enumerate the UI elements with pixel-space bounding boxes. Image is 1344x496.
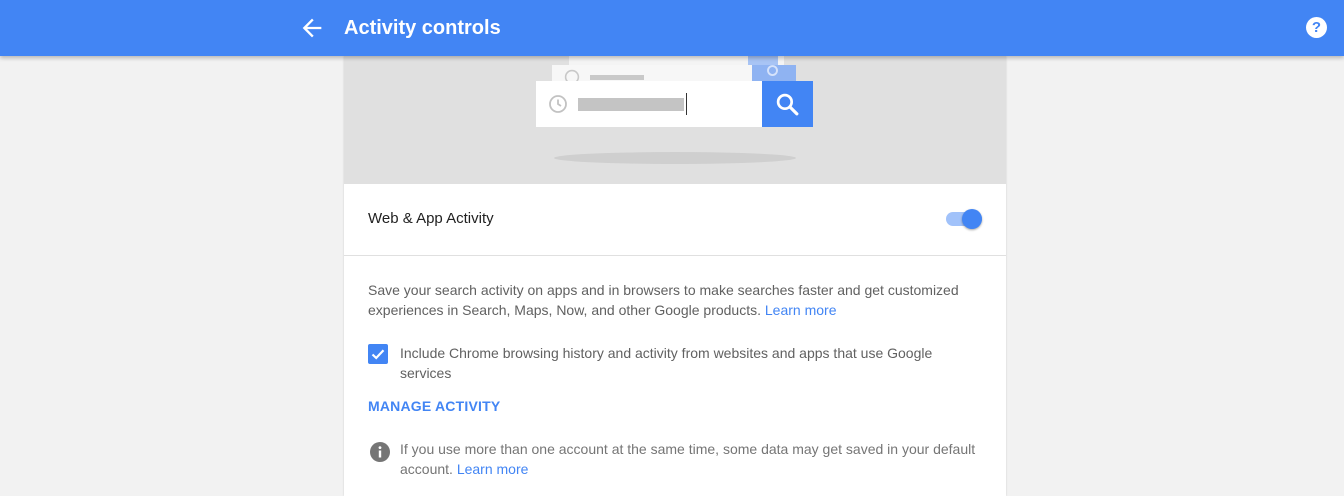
back-button[interactable] <box>298 14 326 42</box>
setting-label: Web & App Activity <box>368 210 494 227</box>
clock-icon <box>549 95 567 113</box>
search-icon <box>776 93 799 116</box>
setting-description: Save your search activity on apps and in… <box>368 280 988 320</box>
search-icon <box>767 65 778 76</box>
learn-more-link[interactable]: Learn more <box>765 302 837 318</box>
illustration-search-box <box>536 81 762 127</box>
web-app-activity-row: Web & App Activity <box>344 184 1006 256</box>
checkmark-icon <box>371 349 385 360</box>
checkbox-label: Include Chrome browsing history and acti… <box>400 345 933 381</box>
multi-account-info: If you use more than one account at the … <box>400 439 990 479</box>
toggle-thumb <box>962 209 982 229</box>
illustration-query-bar <box>578 98 684 111</box>
activity-card: Web & App Activity Save your search acti… <box>344 56 1006 496</box>
manage-activity-button[interactable]: MANAGE ACTIVITY <box>368 398 500 414</box>
page-title: Activity controls <box>344 17 501 39</box>
illustration-shadow <box>554 152 796 164</box>
text-caret <box>686 93 687 115</box>
illustration-text-bar <box>590 75 644 80</box>
chrome-history-checkbox[interactable] <box>368 344 388 364</box>
help-button[interactable]: ? <box>1306 17 1327 38</box>
illustration-search-button <box>762 81 813 127</box>
info-icon <box>370 442 390 462</box>
info-learn-more-link[interactable]: Learn more <box>457 461 529 477</box>
app-bar: Activity controls ? <box>0 0 1344 56</box>
arrow-back-icon <box>302 18 322 38</box>
web-app-activity-toggle[interactable] <box>944 208 984 230</box>
search-illustration <box>344 56 1006 184</box>
help-icon: ? <box>1311 19 1322 36</box>
description-text: Save your search activity on apps and in… <box>368 282 959 318</box>
